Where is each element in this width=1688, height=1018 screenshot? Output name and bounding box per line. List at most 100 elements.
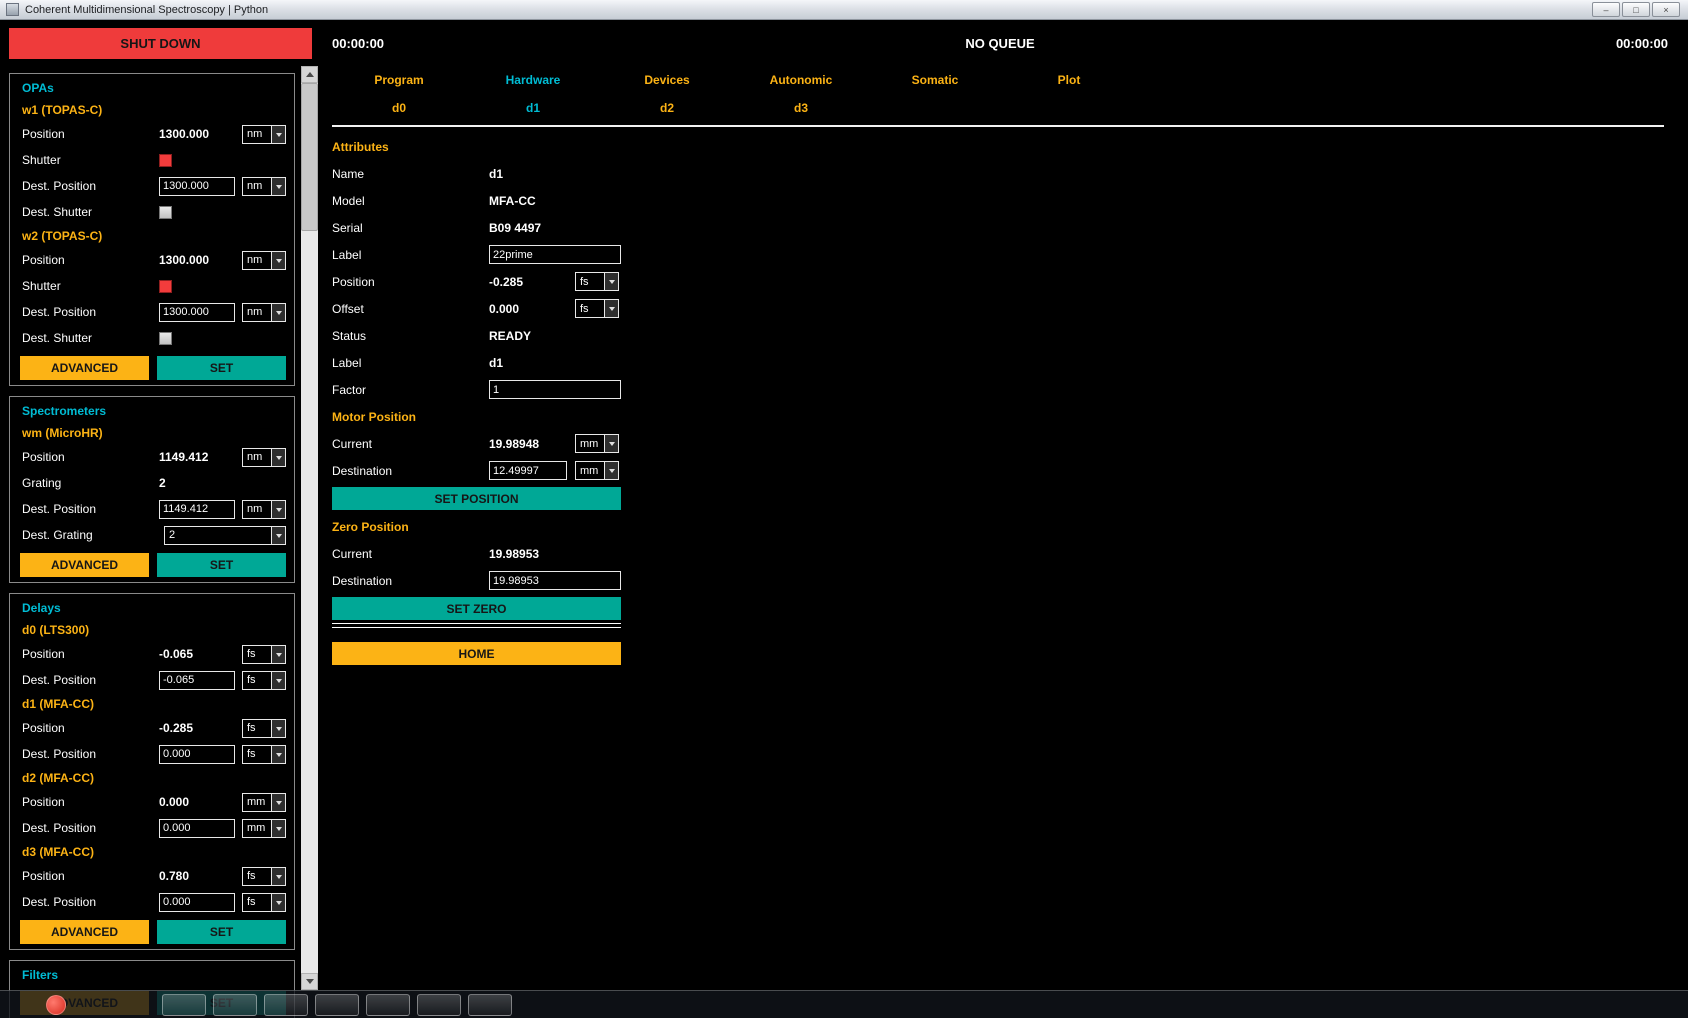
unit-value: mm: [243, 820, 271, 837]
w1-dest-position-unit-select[interactable]: nm: [242, 177, 286, 196]
taskbar-window-button[interactable]: [264, 994, 308, 1016]
unit-value: nm: [243, 126, 271, 143]
attr-offset-row: Offset 0.000 fs: [332, 295, 1664, 322]
motor-destination-label: Destination: [332, 464, 489, 478]
subtab-d3[interactable]: d3: [734, 101, 868, 115]
d1-dest-position-input[interactable]: [159, 745, 235, 764]
tab-devices[interactable]: Devices: [600, 73, 734, 87]
d2-dest-position-unit-select[interactable]: mm: [242, 819, 286, 838]
delays-advanced-button[interactable]: ADVANCED: [20, 920, 149, 944]
d2-position-label: Position: [22, 795, 159, 809]
unit-value: fs: [243, 720, 271, 737]
top-bar: SHUT DOWN 00:00:00 NO QUEUE 00:00:00: [0, 20, 1688, 66]
main-panel: Program Hardware Devices Autonomic Somat…: [320, 66, 1688, 1018]
attr-model-row: Model MFA-CC: [332, 187, 1664, 214]
taskbar-window-button[interactable]: [468, 994, 512, 1016]
d0-position-unit-select[interactable]: fs: [242, 645, 286, 664]
sidebar-scrollbar[interactable]: [301, 66, 318, 990]
zero-destination-input[interactable]: [489, 571, 621, 590]
zero-position-header: Zero Position: [332, 513, 1664, 540]
w1-position-unit-select[interactable]: nm: [242, 125, 286, 144]
attr-position-unit-select[interactable]: fs: [575, 272, 619, 291]
main-tabs: Program Hardware Devices Autonomic Somat…: [332, 66, 1664, 94]
attr-factor-input[interactable]: [489, 380, 621, 399]
d3-dest-position-input[interactable]: [159, 893, 235, 912]
zero-current-value: 19.98953: [489, 547, 575, 561]
spectrometers-advanced-button[interactable]: ADVANCED: [20, 553, 149, 577]
motor-destination-unit-select[interactable]: mm: [575, 461, 619, 480]
scroll-up-button[interactable]: [301, 66, 318, 83]
unit-value: nm: [243, 252, 271, 269]
scrollbar-thumb[interactable]: [301, 83, 318, 231]
unit-value: mm: [576, 462, 604, 479]
d3-position-unit-select[interactable]: fs: [242, 867, 286, 886]
subtab-d0[interactable]: d0: [332, 101, 466, 115]
tab-plot[interactable]: Plot: [1002, 73, 1136, 87]
subtab-d2[interactable]: d2: [600, 101, 734, 115]
taskbar-window-button[interactable]: [366, 994, 410, 1016]
w1-dest-position-input[interactable]: [159, 177, 235, 196]
d1-dest-position-unit-select[interactable]: fs: [242, 745, 286, 764]
attr-position-label: Position: [332, 275, 489, 289]
delays-set-button[interactable]: SET: [157, 920, 286, 944]
d0-dest-position-unit-select[interactable]: fs: [242, 671, 286, 690]
taskbar-window-button[interactable]: [417, 994, 461, 1016]
wm-dest-grating-label: Dest. Grating: [22, 528, 159, 542]
maximize-button[interactable]: □: [1622, 2, 1650, 17]
w2-dest-position-input[interactable]: [159, 303, 235, 322]
w2-position-unit-select[interactable]: nm: [242, 251, 286, 270]
d2-position-unit-select[interactable]: mm: [242, 793, 286, 812]
scroll-down-button[interactable]: [301, 973, 318, 990]
w2-dest-shutter-checkbox[interactable]: [159, 332, 172, 345]
attr-offset-unit-select[interactable]: fs: [575, 299, 619, 318]
d0-dest-position-row: Dest. Position fs: [10, 667, 294, 693]
opas-set-button[interactable]: SET: [157, 356, 286, 380]
close-button[interactable]: ×: [1652, 2, 1680, 17]
tab-program[interactable]: Program: [332, 73, 466, 87]
minimize-button[interactable]: –: [1592, 2, 1620, 17]
w2-dest-position-unit-select[interactable]: nm: [242, 303, 286, 322]
taskbar-window-button[interactable]: [162, 994, 206, 1016]
top-bar-status: 00:00:00 NO QUEUE 00:00:00: [312, 20, 1688, 66]
subtab-d1[interactable]: d1: [466, 101, 600, 115]
tab-somatic[interactable]: Somatic: [868, 73, 1002, 87]
unit-value: fs: [576, 273, 604, 290]
motor-destination-input[interactable]: [489, 461, 567, 480]
dropdown-arrow-icon: [271, 178, 285, 195]
wm-dest-position-unit-select[interactable]: nm: [242, 500, 286, 519]
d0-section-title: d0 (LTS300): [10, 619, 294, 641]
d0-dest-position-input[interactable]: [159, 671, 235, 690]
d0-position-label: Position: [22, 647, 159, 661]
d3-dest-position-unit-select[interactable]: fs: [242, 893, 286, 912]
shutdown-button[interactable]: SHUT DOWN: [9, 28, 312, 59]
wm-position-unit-select[interactable]: nm: [242, 448, 286, 467]
d3-dest-position-label: Dest. Position: [22, 895, 159, 909]
w1-dest-shutter-checkbox[interactable]: [159, 206, 172, 219]
attr-label-input[interactable]: [489, 245, 621, 264]
spectrometers-set-button[interactable]: SET: [157, 553, 286, 577]
w2-shutter-indicator: [159, 280, 172, 293]
dropdown-arrow-icon: [271, 252, 285, 269]
taskbar-window-button[interactable]: [213, 994, 257, 1016]
wm-dest-grating-select[interactable]: 2: [164, 526, 286, 545]
opas-advanced-button[interactable]: ADVANCED: [20, 356, 149, 380]
d2-dest-position-row: Dest. Position mm: [10, 815, 294, 841]
taskbar-app-icon[interactable]: [46, 995, 66, 1015]
titlebar: Coherent Multidimensional Spectroscopy |…: [0, 0, 1688, 20]
d1-position-unit-select[interactable]: fs: [242, 719, 286, 738]
home-button[interactable]: HOME: [332, 642, 621, 665]
tab-hardware[interactable]: Hardware: [466, 73, 600, 87]
set-position-button[interactable]: SET POSITION: [332, 487, 621, 510]
attr-serial-label: Serial: [332, 221, 489, 235]
w2-dest-shutter-row: Dest. Shutter: [10, 325, 294, 351]
motor-current-unit-select[interactable]: mm: [575, 434, 619, 453]
tab-autonomic[interactable]: Autonomic: [734, 73, 868, 87]
set-zero-button[interactable]: SET ZERO: [332, 597, 621, 620]
wm-dest-position-input[interactable]: [159, 500, 235, 519]
w2-shutter-label: Shutter: [22, 279, 159, 293]
d2-dest-position-input[interactable]: [159, 819, 235, 838]
taskbar-window-button[interactable]: [315, 994, 359, 1016]
attr-position-row: Position -0.285 fs: [332, 268, 1664, 295]
attr-name-row: Name d1: [332, 160, 1664, 187]
attr-serial-row: Serial B09 4497: [332, 214, 1664, 241]
